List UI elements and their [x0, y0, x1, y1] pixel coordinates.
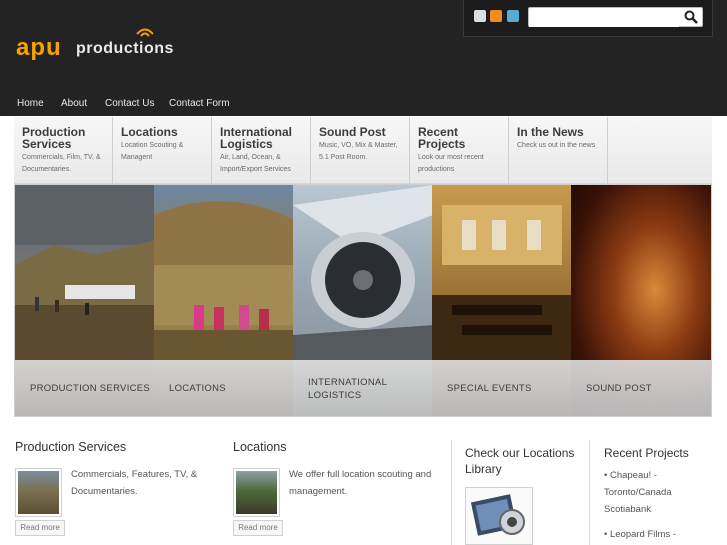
- site-header: apu productions Home About Contact Us Co…: [0, 0, 727, 116]
- slide-caption-text: LOCATIONS: [169, 383, 226, 394]
- slide-caption: LOCATIONS: [154, 360, 293, 416]
- service-menu: Production Services Commercials, Film, T…: [14, 117, 712, 184]
- menu-item-desc: Air, Land, Ocean, & Import/Export Servic…: [220, 154, 291, 173]
- production-thumbnail[interactable]: [15, 468, 62, 517]
- library-title-line: Check our Locations: [465, 446, 575, 460]
- menu-item-sound-post[interactable]: Sound Post Music, VO, Mix & Master, 5.1 …: [311, 117, 410, 184]
- locations-thumbnail[interactable]: [233, 468, 280, 517]
- section-production-services: Production Services: [15, 440, 126, 454]
- column-divider: [451, 440, 452, 545]
- slide-caption-line2: LOGISTICS: [308, 390, 362, 401]
- slide-caption: SOUND POST: [571, 360, 711, 416]
- section-title: Recent Projects: [604, 446, 689, 460]
- logo-productions-text: productions: [76, 40, 174, 57]
- section-text: Commercials, Features, TV, & Documentari…: [71, 466, 197, 500]
- menu-item-locations[interactable]: Locations Location Scouting & Managent: [113, 117, 212, 184]
- section-locations: Locations: [233, 440, 287, 454]
- section-text-line: Commercials, Features, TV, &: [71, 469, 198, 480]
- search-input[interactable]: [529, 9, 679, 27]
- slide-locations[interactable]: LOCATIONS: [154, 185, 294, 416]
- slide-caption: PRODUCTION SERVICES: [15, 360, 154, 416]
- menu-item-title: Recent Projects: [418, 125, 466, 151]
- recent-project-line: • Chapeau! -: [604, 470, 657, 481]
- section-text-line: Documentaries.: [71, 486, 138, 497]
- menu-item-desc: Look our most recent productions: [418, 154, 484, 173]
- menu-item-desc: Commercials, Film, TV, & Documentaries.: [22, 154, 101, 173]
- logo-apu-text: apu: [16, 34, 62, 61]
- slide-special-events[interactable]: SPECIAL EVENTS: [432, 185, 572, 416]
- section-title: Locations: [233, 440, 287, 454]
- nav-contact-form[interactable]: Contact Form: [169, 98, 230, 109]
- slide-image: [432, 205, 571, 360]
- menu-item-title: Sound Post: [319, 125, 386, 139]
- search-icon[interactable]: [684, 10, 698, 24]
- production-readmore-button[interactable]: Read more: [15, 520, 65, 536]
- section-text: We offer full location scouting and mana…: [289, 466, 431, 500]
- slide-caption: SPECIAL EVENTS: [432, 360, 571, 416]
- search-box: [528, 7, 703, 27]
- twitter-icon[interactable]: [507, 10, 519, 22]
- recent-project-item[interactable]: • Chapeau! - Toronto/Canada Scotiabank: [604, 467, 672, 518]
- slide-production-services[interactable]: PRODUCTION SERVICES: [15, 185, 155, 416]
- recent-project-line: Toronto/Canada: [604, 487, 672, 498]
- menu-item-desc: Music, VO, Mix & Master, 5.1 Post Room.: [319, 142, 398, 161]
- slide-caption-text: SOUND POST: [586, 383, 652, 394]
- slide-caption-text: PRODUCTION SERVICES: [30, 383, 151, 394]
- column-divider: [589, 440, 590, 545]
- film-reel-icon: [470, 494, 525, 536]
- signal-icon: [136, 28, 154, 37]
- menu-item-recent-projects[interactable]: Recent Projects Look our most recent pro…: [410, 117, 509, 184]
- menu-item-desc: Location Scouting & Managent: [121, 142, 184, 161]
- menu-item-title: In the News: [517, 125, 584, 139]
- menu-item-in-the-news[interactable]: In the News Check us out in the news: [509, 117, 608, 184]
- thumbnail-image: [236, 471, 277, 514]
- email-icon[interactable]: [474, 10, 486, 22]
- section-text-line: We offer full location scouting and: [289, 469, 432, 480]
- slide-sound-post[interactable]: SOUND POST: [571, 185, 711, 416]
- recent-project-line: Scotiabank: [604, 504, 652, 515]
- nav-contact-us[interactable]: Contact Us: [105, 98, 154, 109]
- section-title: Production Services: [15, 440, 127, 454]
- menu-item-title: Production Services: [22, 125, 86, 151]
- section-text-line: management.: [289, 486, 348, 497]
- slide-image: [293, 185, 432, 360]
- thumbnail-image: [18, 471, 59, 514]
- nav-about[interactable]: About: [61, 98, 87, 109]
- recent-project-item[interactable]: • Leopard Films -: [604, 526, 676, 543]
- header-toolbar: [463, 0, 713, 37]
- library-title-line: Library: [465, 462, 502, 476]
- slide-international-logistics[interactable]: INTERNATIONAL LOGISTICS: [293, 185, 433, 416]
- locations-readmore-button[interactable]: Read more: [233, 520, 283, 536]
- nav-home[interactable]: Home: [17, 98, 44, 109]
- image-accordion: PRODUCTION SERVICES LOCATIONS INTERNATIO…: [14, 184, 712, 417]
- section-locations-library: Check our Locations Library: [465, 445, 574, 477]
- slide-image: [154, 201, 293, 360]
- slide-image: [15, 185, 154, 360]
- section-recent-projects: Recent Projects: [604, 445, 689, 461]
- menu-item-title: International Logistics: [220, 125, 293, 151]
- recent-project-line: • Leopard Films -: [604, 529, 676, 540]
- menu-item-production-services[interactable]: Production Services Commercials, Film, T…: [14, 117, 113, 184]
- slide-caption-text: SPECIAL EVENTS: [447, 383, 532, 394]
- locations-library-image[interactable]: [465, 487, 533, 545]
- menu-item-desc: Check us out in the news: [517, 142, 596, 149]
- slide-caption-line1: INTERNATIONAL: [308, 377, 388, 388]
- rss-icon[interactable]: [490, 10, 502, 22]
- menu-item-title: Locations: [121, 125, 178, 139]
- slide-caption: INTERNATIONAL LOGISTICS: [293, 360, 432, 416]
- menu-item-international-logistics[interactable]: International Logistics Air, Land, Ocean…: [212, 117, 311, 184]
- site-logo[interactable]: apu productions: [16, 28, 201, 62]
